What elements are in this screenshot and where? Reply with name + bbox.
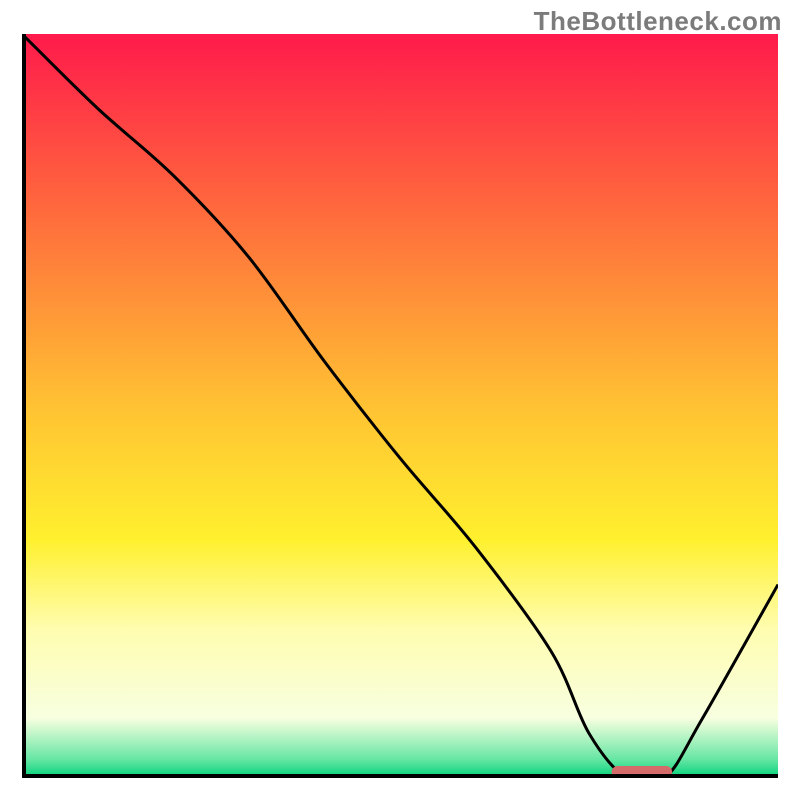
watermark-text: TheBottleneck.com: [534, 6, 782, 37]
chart-container: TheBottleneck.com: [0, 0, 800, 800]
axes-frame: [22, 34, 778, 778]
